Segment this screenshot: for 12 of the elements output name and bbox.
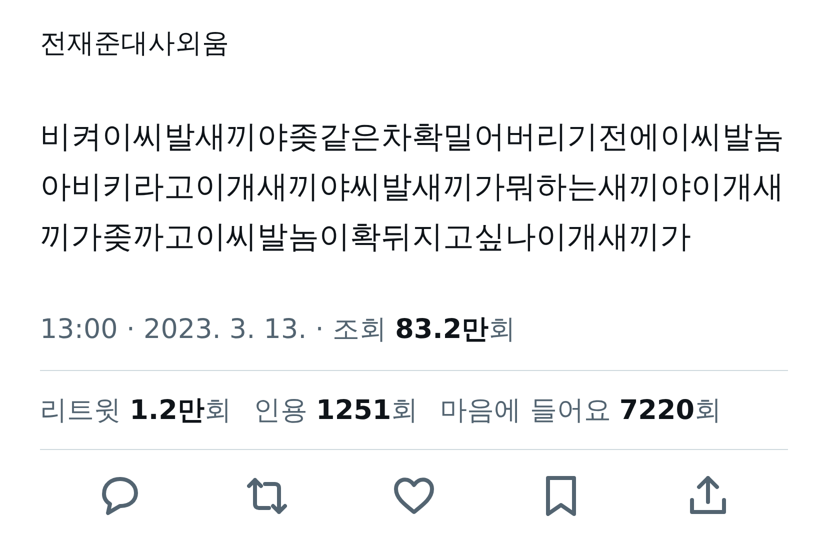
- tweet-title: 전재준대사외움: [40, 27, 230, 61]
- share-icon[interactable]: [688, 476, 728, 516]
- heart-icon[interactable]: [394, 476, 434, 516]
- speech-bubble-icon[interactable]: [100, 476, 140, 516]
- engagement-count[interactable]: 인용 1251회: [253, 391, 418, 431]
- tweet-text-line: 끼가좆까고이씨발놈이확뒤지고싶나이개새끼가: [40, 218, 692, 257]
- engagement-count[interactable]: 마음에 들어요 7220회: [440, 391, 722, 431]
- retweet-icon[interactable]: [247, 476, 287, 516]
- tweet-timestamp-views: 13:00 · 2023. 3. 13. · 조회 83.2만회: [40, 313, 517, 347]
- tweet-text-line: 아비키라고이개새끼야씨발새끼가뭐하는새끼야이개새: [40, 168, 785, 207]
- tweet-text-line: 비켜이씨발새끼야좆같은차확밀어버리기전에이씨발놈: [40, 118, 785, 157]
- engagement-count[interactable]: 리트윗 1.2만회: [40, 391, 232, 431]
